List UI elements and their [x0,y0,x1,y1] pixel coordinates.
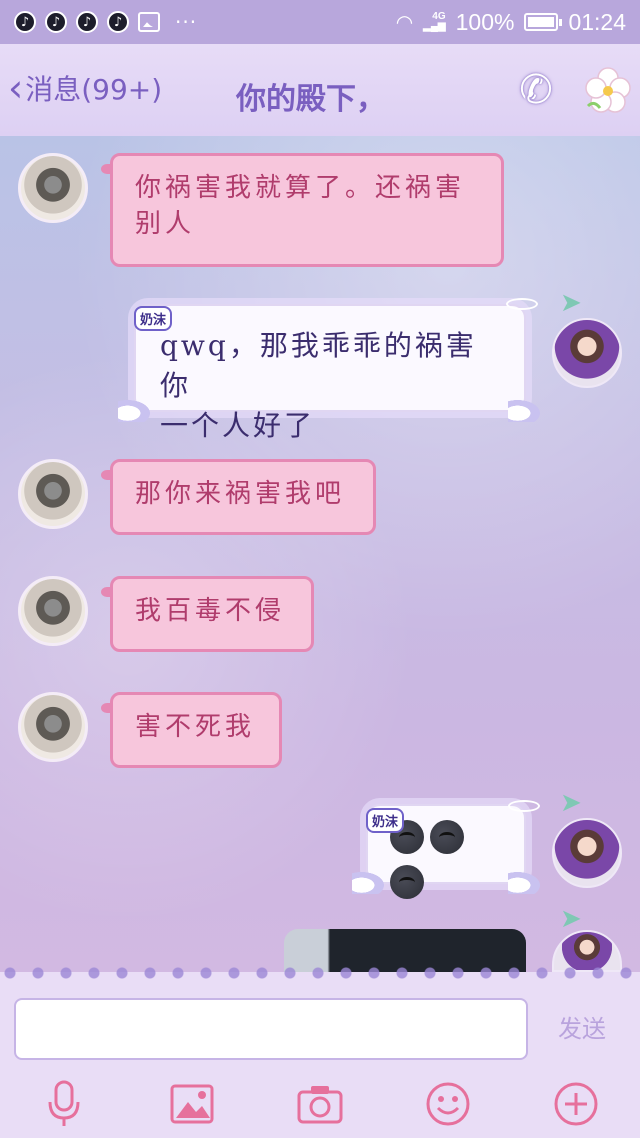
chat-toolbar [0,1074,640,1134]
system-status: ◠ 4G ▂▄▆ 100% 01:24 [396,9,626,36]
network-type: 4G [432,11,446,22]
emoji-icon[interactable] [424,1080,472,1128]
chat-area[interactable]: 你祸害我就算了。还祸害 别人 qwq，那我乖乖的祸害你 一个人好了 奶沫 ➤ 那… [0,136,640,972]
nickname-tag: 奶沫 [134,306,173,331]
message-text: 一个人好了 [160,409,316,442]
tiktok-icon: ♪ [76,11,98,33]
image-icon [138,12,160,32]
vine-decoration [0,964,640,982]
message-bubble[interactable]: 那你来祸害我吧 [101,459,376,535]
notification-icons: ♪ ♪ ♪ ♪ ··· [14,10,197,34]
avatar[interactable] [18,459,88,529]
message-text: qwq，那我乖乖的祸害你 [160,329,477,402]
wing-decoration [508,872,540,894]
halo-decoration [506,298,538,310]
message-text: 我百毒不侵 [135,596,286,626]
chat-title[interactable]: 你的殿下， [236,74,386,118]
send-button[interactable]: 发送 [546,1008,618,1050]
wifi-icon: ◠ [395,11,414,34]
tiktok-icon: ♪ [45,11,67,33]
message-bubble[interactable]: 我百毒不侵 [101,576,314,652]
wing-decoration [508,400,540,422]
back-label: 消息(99+) [25,73,163,106]
message-text: 害不死我 [135,712,256,742]
plus-icon[interactable] [552,1080,600,1128]
paper-plane-icon: ➤ [560,288,582,318]
battery-icon [524,13,563,31]
avatar[interactable] [18,692,88,762]
message-bubble[interactable]: 害不死我 [101,692,282,768]
message-text: 你祸害我就算了。还祸害 [135,173,466,203]
new-moon-face-icon [430,820,464,854]
input-area: 发送 [0,964,640,1138]
avatar[interactable] [552,818,622,888]
avatar[interactable] [552,318,622,388]
more-icon: ··· [175,10,198,34]
message-bubble[interactable]: qwq，那我乖乖的祸害你 一个人好了 [134,304,526,442]
message-text: 那你来祸害我吧 [135,479,346,509]
clock: 01:24 [568,8,626,35]
tiktok-icon: ♪ [107,11,129,33]
phone-icon[interactable]: ✆ [512,66,560,114]
wing-decoration [118,400,150,422]
microphone-icon[interactable] [40,1080,88,1128]
halo-decoration [508,800,540,812]
tiktok-icon: ♪ [14,11,36,33]
back-button[interactable]: ‹ 消息(99+) [8,68,162,108]
new-moon-face-icon [390,865,424,899]
nickname-tag: 奶沫 [366,808,405,833]
paper-plane-icon: ➤ [560,904,582,934]
image-icon[interactable] [168,1080,216,1128]
message-input[interactable] [14,998,528,1060]
wing-decoration [352,872,384,894]
chevron-left-icon: ‹ [8,66,24,110]
message-text: 别人 [135,209,196,239]
flower-icon[interactable] [584,66,632,114]
camera-icon[interactable] [296,1080,344,1128]
chat-header: ‹ 消息(99+) 你的殿下， ✆ [0,44,640,144]
battery-percent: 100% [455,8,515,35]
paper-plane-icon: ➤ [560,788,582,818]
signal-icon: 4G ▂▄▆ [423,11,446,32]
avatar[interactable] [18,153,88,223]
status-bar: ♪ ♪ ♪ ♪ ··· ◠ 4G ▂▄▆ 100% 01:24 [0,0,640,44]
message-bubble[interactable]: 你祸害我就算了。还祸害 别人 [101,153,504,267]
avatar[interactable] [18,576,88,646]
